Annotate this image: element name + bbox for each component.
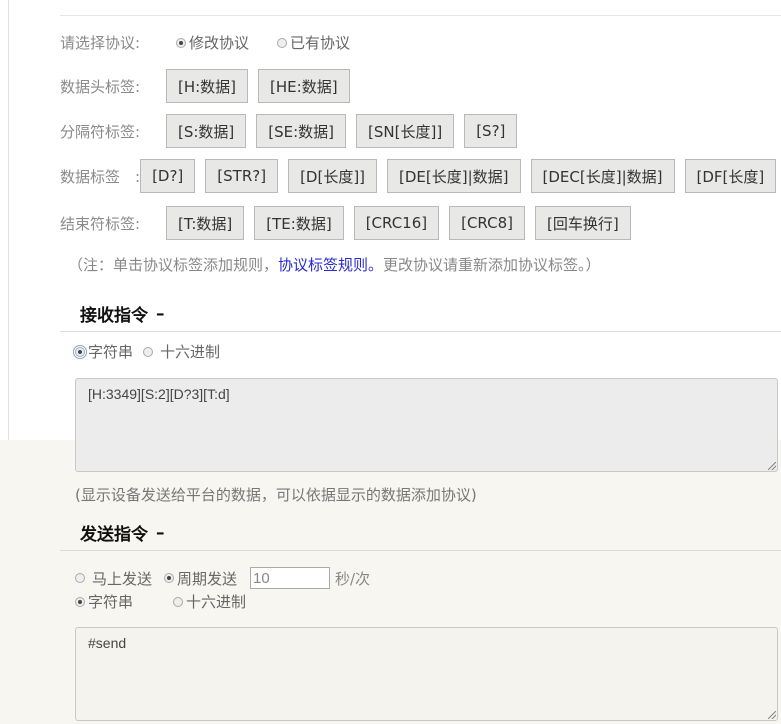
radio-label: 十六进制 bbox=[160, 343, 221, 361]
tag-row-label: 分隔符标签: bbox=[60, 122, 141, 141]
tag-button[interactable]: [D[长度]] bbox=[288, 159, 378, 193]
radio-existing-protocol[interactable]: 已有协议 bbox=[277, 32, 350, 53]
resize-handle[interactable] bbox=[768, 462, 776, 470]
radio-dot[interactable] bbox=[164, 573, 175, 583]
tag-button[interactable]: [HE:数据] bbox=[258, 69, 350, 103]
radio-label: 字符串 bbox=[88, 343, 134, 361]
radio-dot[interactable] bbox=[143, 346, 154, 357]
tag-button[interactable]: [TE:数据] bbox=[254, 206, 344, 240]
receive-encoding-row: 字符串 十六进制 bbox=[73, 341, 220, 362]
radio-label: 周期发送 bbox=[177, 569, 238, 588]
send-content: #send bbox=[88, 635, 127, 651]
send-mode-row: 马上发送 周期发送 秒/次 bbox=[75, 567, 370, 589]
radio-label: 马上发送 bbox=[92, 569, 153, 588]
note-prefix: （注：单击协议标签添加规则， bbox=[68, 256, 279, 274]
period-input[interactable] bbox=[250, 567, 331, 589]
tag-button[interactable]: [D?] bbox=[140, 159, 196, 193]
radio-send-hex[interactable]: 十六进制 bbox=[173, 591, 246, 612]
tag-button[interactable]: [SE:数据] bbox=[256, 114, 347, 148]
receive-title: 接收指令 bbox=[80, 306, 148, 326]
protocol-rules-link[interactable]: 协议标签规则。 bbox=[278, 256, 383, 274]
radio-dot[interactable] bbox=[75, 573, 85, 583]
radio-dot[interactable] bbox=[73, 344, 87, 359]
tag-row-label: 结束符标签: bbox=[60, 214, 141, 233]
tag-row-end: 结束符标签: [T:数据] [TE:数据] [CRC16] [CRC8] [回车… bbox=[60, 206, 641, 240]
radio-label: 已有协议 bbox=[290, 34, 351, 52]
radio-send-string[interactable]: 字符串 bbox=[75, 591, 133, 612]
tag-row-header: 数据头标签: [H:数据] [HE:数据] bbox=[60, 69, 360, 103]
protocol-note: （注：单击协议标签添加规则，协议标签规则。更改协议请重新添加协议标签。） bbox=[68, 254, 601, 275]
tag-row-separator: 分隔符标签: [S:数据] [SE:数据] [SN[长度]] [S?] bbox=[60, 114, 527, 148]
left-border bbox=[8, 0, 9, 440]
radio-dot[interactable] bbox=[75, 596, 85, 607]
resize-handle[interactable] bbox=[768, 711, 776, 719]
tag-button[interactable]: [T:数据] bbox=[166, 206, 245, 240]
tag-button[interactable]: [DEC[长度]|数据] bbox=[530, 159, 675, 193]
period-unit: 秒/次 bbox=[335, 569, 371, 588]
send-section-header: 发送指令 – bbox=[60, 515, 781, 551]
radio-modify-protocol[interactable]: 修改协议 bbox=[176, 32, 249, 53]
send-textarea[interactable]: #send bbox=[75, 627, 778, 721]
receive-content: [H:3349][S:2][D?3][T:d] bbox=[88, 386, 230, 402]
tag-button[interactable]: [S?] bbox=[464, 114, 518, 148]
protocol-label: 请选择协议: bbox=[60, 34, 141, 52]
top-divider bbox=[60, 15, 781, 16]
receive-hint: (显示设备发送给平台的数据，可以依据显示的数据添加协议) bbox=[75, 486, 477, 504]
tag-row-label: 数据标签 : bbox=[60, 167, 141, 186]
tag-button[interactable]: [回车换行] bbox=[534, 206, 631, 240]
send-collapse-toggle[interactable]: – bbox=[156, 523, 165, 543]
radio-dot[interactable] bbox=[176, 37, 186, 48]
radio-dot[interactable] bbox=[277, 37, 288, 48]
receive-textarea[interactable]: [H:3349][S:2][D?3][T:d] bbox=[75, 378, 778, 472]
tag-button[interactable]: [SN[长度]] bbox=[356, 114, 455, 148]
send-encoding-row: 字符串 十六进制 bbox=[75, 591, 246, 612]
radio-send-periodic[interactable]: 周期发送 bbox=[164, 568, 237, 589]
radio-receive-string[interactable]: 字符串 bbox=[73, 341, 134, 362]
radio-receive-hex[interactable]: 十六进制 bbox=[143, 341, 220, 362]
radio-send-immediate[interactable]: 马上发送 bbox=[75, 568, 152, 589]
tag-button[interactable]: [H:数据] bbox=[166, 69, 249, 103]
radio-dot[interactable] bbox=[173, 596, 184, 607]
send-title: 发送指令 bbox=[80, 525, 148, 545]
tag-button[interactable]: [DF[长度] bbox=[684, 159, 777, 193]
tag-button[interactable]: [STR?] bbox=[205, 159, 279, 193]
receive-collapse-toggle[interactable]: – bbox=[156, 304, 165, 324]
tag-row-label: 数据头标签: bbox=[60, 77, 141, 96]
tag-button[interactable]: [CRC16] bbox=[353, 206, 440, 240]
tag-row-data: 数据标签 : [D?] [STR?] [D[长度]] [DE[长度]|数据] [… bbox=[60, 159, 781, 193]
receive-section-header: 接收指令 – bbox=[60, 296, 781, 332]
tag-button[interactable]: [DE[长度]|数据] bbox=[387, 159, 521, 193]
tag-button[interactable]: [S:数据] bbox=[166, 114, 247, 148]
radio-label: 字符串 bbox=[88, 593, 134, 611]
protocol-row: 请选择协议: 修改协议 已有协议 bbox=[60, 32, 350, 53]
tag-button[interactable]: [CRC8] bbox=[449, 206, 525, 240]
radio-label: 十六进制 bbox=[186, 593, 247, 611]
radio-label: 修改协议 bbox=[189, 34, 250, 52]
note-suffix: 更改协议请重新添加协议标签。） bbox=[383, 256, 601, 274]
